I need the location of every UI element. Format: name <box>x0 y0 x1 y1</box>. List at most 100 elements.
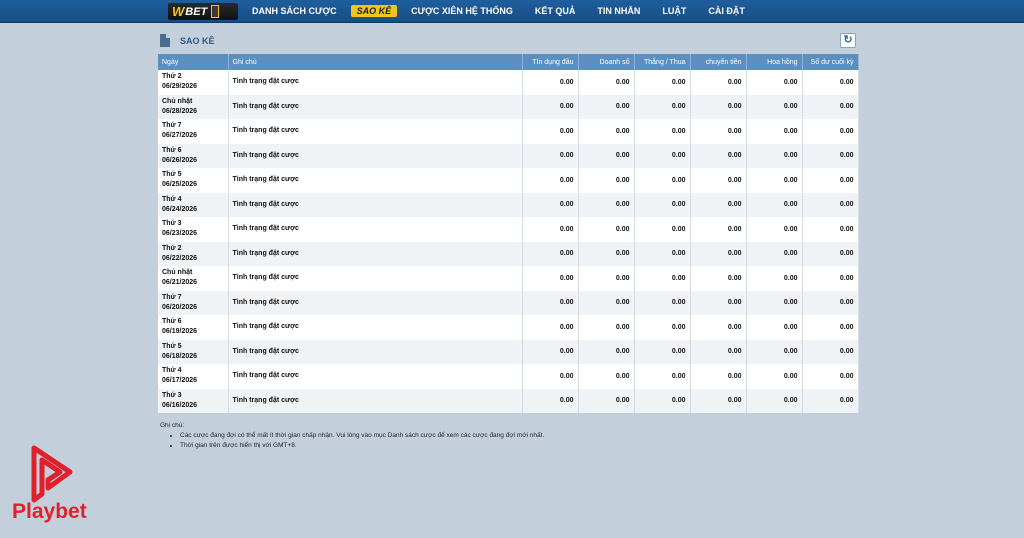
date: 06/23/2026 <box>162 230 198 238</box>
amount-cell: 0.00 <box>802 339 859 364</box>
nav-item-5[interactable]: LUẬT <box>654 0 694 22</box>
weekday: Thứ 7 <box>162 293 182 301</box>
note-cell[interactable]: Tình trạng đặt cược <box>228 192 523 217</box>
column-header: Thắng / Thua <box>634 54 691 70</box>
table-row: Thứ 3 06/16/2026 Tình trạng đặt cược 0.00 0.… <box>158 388 859 413</box>
amount-cell: 0.00 <box>522 388 579 413</box>
note-cell[interactable]: Tình trạng đặt cược <box>228 339 523 364</box>
amount-cell: 0.00 <box>634 217 691 242</box>
date: 06/26/2026 <box>162 156 198 164</box>
column-header: Ghi chú <box>228 54 523 70</box>
table-row: Thứ 4 06/24/2026 Tình trạng đặt cược 0.00 0.… <box>158 192 859 217</box>
date-cell: Thứ 2 06/29/2026 <box>158 70 229 95</box>
date: 06/22/2026 <box>162 254 198 262</box>
date-cell: Chủ nhật 06/21/2026 <box>158 266 229 291</box>
amount-cell: 0.00 <box>746 168 803 193</box>
amount-cell: 0.00 <box>802 192 859 217</box>
table-row: Chủ nhật 06/21/2026 Tình trạng đặt cược 0.0… <box>158 266 859 291</box>
date: 06/24/2026 <box>162 205 198 213</box>
logo-bet: BET <box>185 5 208 18</box>
note-cell[interactable]: Tình trạng đặt cược <box>228 143 523 168</box>
column-header: Hoa hồng <box>746 54 803 70</box>
nav-item-2[interactable]: CƯỢC XIÊN HỆ THỐNG <box>403 0 521 22</box>
amount-cell: 0.00 <box>578 168 635 193</box>
amount-cell: 0.00 <box>802 217 859 242</box>
page-header: SAO KÊ ↻ <box>158 32 858 52</box>
nav-item-0[interactable]: DANH SÁCH CƯỢC <box>244 0 345 22</box>
amount-cell: 0.00 <box>634 315 691 340</box>
amount-cell: 0.00 <box>578 339 635 364</box>
weekday: Thứ 3 <box>162 391 182 399</box>
amount-cell: 0.00 <box>802 315 859 340</box>
table-row: Thứ 6 06/26/2026 Tình trạng đặt cược 0.00 0.… <box>158 143 859 168</box>
amount-cell: 0.00 <box>802 143 859 168</box>
statement-table: Ngày Ghi chú Tín dụng đầu Doanh số Thắng / T… <box>158 54 859 413</box>
note-cell[interactable]: Tình trạng đặt cược <box>228 266 523 291</box>
column-header: chuyển tiền <box>690 54 747 70</box>
amount-cell: 0.00 <box>522 339 579 364</box>
amount-cell: 0.00 <box>634 192 691 217</box>
note-cell[interactable]: Tình trạng đặt cược <box>228 217 523 242</box>
nav-item-3[interactable]: KẾT QUẢ <box>527 0 584 22</box>
notes-list: Các cược đang đợi có thể mất ít thời gia… <box>160 431 544 451</box>
amount-cell: 0.00 <box>746 119 803 144</box>
note-cell[interactable]: Tình trạng đặt cược <box>228 315 523 340</box>
table-body: Thứ 2 06/29/2026 Tình trạng đặt cược 0.00 0.… <box>158 70 859 413</box>
note-cell[interactable]: Tình trạng đặt cược <box>228 364 523 389</box>
amount-cell: 0.00 <box>802 364 859 389</box>
amount-cell: 0.00 <box>690 364 747 389</box>
note-cell[interactable]: Tình trạng đặt cược <box>228 168 523 193</box>
weekday: Thứ 5 <box>162 171 182 179</box>
amount-cell: 0.00 <box>578 266 635 291</box>
playbet-watermark: Playbet <box>12 500 87 523</box>
amount-cell: 0.00 <box>578 364 635 389</box>
note-cell[interactable]: Tình trạng đặt cược <box>228 241 523 266</box>
amount-cell: 0.00 <box>802 388 859 413</box>
table-row: Thứ 6 06/19/2026 Tình trạng đặt cược 0.00 0.… <box>158 315 859 340</box>
column-header: Tín dụng đầu <box>522 54 579 70</box>
amount-cell: 0.00 <box>802 70 859 95</box>
date-cell: Thứ 2 06/22/2026 <box>158 241 229 266</box>
amount-cell: 0.00 <box>522 241 579 266</box>
amount-cell: 0.00 <box>522 143 579 168</box>
main-nav: DANH SÁCH CƯỢC SAO KÊ CƯỢC XIÊN HỆ THỐNG KẾ… <box>244 0 759 22</box>
weekday: Thứ 2 <box>162 73 182 81</box>
amount-cell: 0.00 <box>746 217 803 242</box>
note-cell[interactable]: Tình trạng đặt cược <box>228 94 523 119</box>
amount-cell: 0.00 <box>578 192 635 217</box>
amount-cell: 0.00 <box>746 192 803 217</box>
nav-item-1[interactable]: SAO KÊ <box>350 5 398 17</box>
amount-cell: 0.00 <box>690 70 747 95</box>
date: 06/27/2026 <box>162 132 198 140</box>
amount-cell: 0.00 <box>634 266 691 291</box>
date-cell: Thứ 3 06/23/2026 <box>158 217 229 242</box>
amount-cell: 0.00 <box>578 241 635 266</box>
amount-cell: 0.00 <box>634 70 691 95</box>
refresh-button[interactable]: ↻ <box>840 33 856 48</box>
nav-item-4[interactable]: TIN NHẮN <box>589 0 648 22</box>
amount-cell: 0.00 <box>690 388 747 413</box>
date-cell: Thứ 5 06/25/2026 <box>158 168 229 193</box>
amount-cell: 0.00 <box>746 388 803 413</box>
amount-cell: 0.00 <box>746 339 803 364</box>
amount-cell: 0.00 <box>634 290 691 315</box>
weekday: Thứ 6 <box>162 146 182 154</box>
amount-cell: 0.00 <box>746 70 803 95</box>
note-cell[interactable]: Tình trạng đặt cược <box>228 119 523 144</box>
wbet-logo[interactable]: W BET <box>168 3 238 20</box>
amount-cell: 0.00 <box>690 266 747 291</box>
amount-cell: 0.00 <box>802 94 859 119</box>
note-cell[interactable]: Tình trạng đặt cược <box>228 388 523 413</box>
amount-cell: 0.00 <box>634 168 691 193</box>
nav-item-6[interactable]: CÀI ĐẶT <box>700 0 753 22</box>
table-row: Thứ 2 06/22/2026 Tình trạng đặt cược 0.00 0.… <box>158 241 859 266</box>
date-cell: Thứ 7 06/27/2026 <box>158 119 229 144</box>
note-cell[interactable]: Tình trạng đặt cược <box>228 70 523 95</box>
date: 06/16/2026 <box>162 401 198 409</box>
table-row: Thứ 4 06/17/2026 Tình trạng đặt cược 0.00 0.… <box>158 364 859 389</box>
amount-cell: 0.00 <box>690 241 747 266</box>
weekday: Chủ nhật <box>162 269 193 277</box>
amount-cell: 0.00 <box>690 192 747 217</box>
amount-cell: 0.00 <box>634 94 691 119</box>
note-cell[interactable]: Tình trạng đặt cược <box>228 290 523 315</box>
